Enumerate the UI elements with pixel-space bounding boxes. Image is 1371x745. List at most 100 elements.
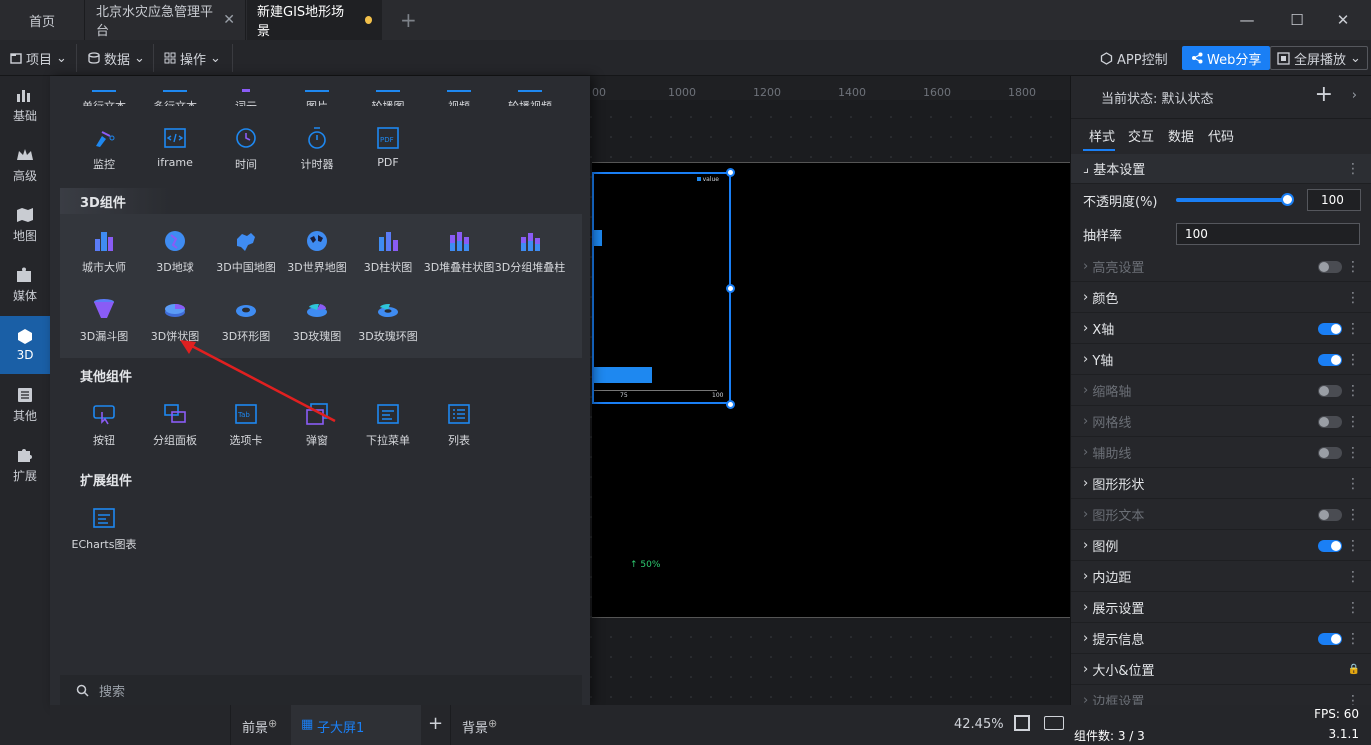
more-icon[interactable]: ⋮ bbox=[1346, 445, 1360, 461]
nav-map[interactable]: 地图 bbox=[0, 196, 50, 254]
web-share-button[interactable]: Web分享 bbox=[1182, 46, 1271, 70]
more-icon[interactable]: ⋮ bbox=[1346, 352, 1360, 368]
comp-3d-bar-chart[interactable]: 3D柱状图 bbox=[352, 229, 424, 275]
toggle-switch[interactable] bbox=[1318, 632, 1342, 645]
nav-other[interactable]: 其他 bbox=[0, 376, 50, 434]
foreground-button[interactable]: 前景⊕ bbox=[242, 717, 277, 736]
keyboard-icon[interactable] bbox=[1044, 716, 1064, 730]
resize-handle[interactable] bbox=[726, 400, 735, 409]
section-row[interactable]: › 网格线 ⋮ bbox=[1071, 407, 1371, 437]
more-icon[interactable]: ⋮ bbox=[1346, 538, 1360, 554]
resize-handle[interactable] bbox=[726, 284, 735, 293]
section-row[interactable]: › X轴 ⋮ bbox=[1071, 314, 1371, 344]
section-row[interactable]: › 展示设置 ⋮ bbox=[1071, 593, 1371, 623]
nav-basic[interactable]: 基础 bbox=[0, 76, 50, 134]
chevron-right-icon[interactable]: › bbox=[1352, 88, 1357, 103]
more-icon[interactable]: ⋮ bbox=[1346, 476, 1360, 492]
comp-3d-rose-ring[interactable]: 3D玫瑰环图 bbox=[352, 298, 424, 344]
more-icon[interactable]: ⋮ bbox=[1346, 383, 1360, 399]
basic-settings-header[interactable]: ⌟ 基本设置 ⋮ bbox=[1071, 154, 1371, 184]
section-row[interactable]: › 大小&位置 🔒 bbox=[1071, 655, 1371, 685]
opacity-input[interactable]: 100 bbox=[1307, 189, 1361, 211]
minimize-button[interactable]: — bbox=[1232, 8, 1262, 32]
zoom-level[interactable]: 42.45% bbox=[954, 717, 1004, 732]
operate-menu[interactable]: 操作 ⌄ bbox=[164, 46, 221, 70]
comp-3d-funnel[interactable]: 3D漏斗图 bbox=[68, 298, 140, 344]
resize-handle[interactable] bbox=[726, 168, 735, 177]
opacity-slider[interactable] bbox=[1176, 193, 1294, 206]
comp-timer[interactable]: 计时器 bbox=[281, 126, 353, 172]
comp-video[interactable]: 视频 bbox=[423, 76, 495, 106]
section-row[interactable]: › 内边距 ⋮ bbox=[1071, 562, 1371, 592]
add-tab-button[interactable]: + bbox=[390, 0, 417, 40]
more-icon[interactable]: ⋮ bbox=[1346, 507, 1360, 523]
section-row[interactable]: › 缩略轴 ⋮ bbox=[1071, 376, 1371, 406]
more-icon[interactable]: ⋮ bbox=[1346, 321, 1360, 337]
fullscreen-button[interactable]: 全屏播放 ⌄ bbox=[1270, 46, 1368, 70]
comp-3d-world-map[interactable]: 3D世界地图 bbox=[281, 229, 353, 275]
data-menu[interactable]: 数据 ⌄ bbox=[88, 46, 145, 70]
sampling-input[interactable]: 100 bbox=[1176, 223, 1360, 245]
nav-media[interactable]: 媒体 bbox=[0, 256, 50, 314]
fit-screen-icon[interactable] bbox=[1014, 715, 1030, 731]
comp-word-cloud[interactable]: 词云 bbox=[210, 76, 282, 106]
more-icon[interactable]: ⋮ bbox=[1346, 600, 1360, 616]
comp-carousel-video[interactable]: 轮播视频 bbox=[494, 76, 566, 106]
comp-3d-earth[interactable]: 3D地球 bbox=[139, 229, 211, 275]
close-icon[interactable]: ✕ bbox=[223, 12, 235, 28]
toggle-switch[interactable] bbox=[1318, 508, 1342, 521]
toggle-switch[interactable] bbox=[1318, 353, 1342, 366]
close-window-button[interactable]: ✕ bbox=[1328, 8, 1358, 32]
comp-pdf[interactable]: PDF PDF bbox=[352, 126, 424, 169]
comp-3d-china-map[interactable]: 3D中国地图 bbox=[210, 229, 282, 275]
tab-beijing-flood[interactable]: 北京水灾应急管理平台 ✕ bbox=[86, 0, 246, 40]
subscreen-tab[interactable]: ▦ 子大屏1 bbox=[291, 705, 421, 745]
tab-interaction[interactable]: 交互 bbox=[1128, 126, 1154, 145]
comp-iframe[interactable]: iframe bbox=[139, 126, 211, 169]
section-row[interactable]: › 提示信息 ⋮ bbox=[1071, 624, 1371, 654]
tab-home[interactable]: 首页 bbox=[0, 0, 85, 40]
section-row[interactable]: › 图形文本 ⋮ bbox=[1071, 500, 1371, 530]
comp-dropdown[interactable]: 下拉菜单 bbox=[352, 402, 424, 448]
tab-gis-scene[interactable]: 新建GIS地形场景 bbox=[247, 0, 382, 40]
component-search[interactable]: 搜索 bbox=[60, 675, 582, 705]
toggle-switch[interactable] bbox=[1318, 384, 1342, 397]
more-icon[interactable]: ⋮ bbox=[1346, 161, 1360, 177]
section-row[interactable]: › 高亮设置 ⋮ bbox=[1071, 252, 1371, 282]
comp-time[interactable]: 时间 bbox=[210, 126, 282, 172]
section-row[interactable]: › Y轴 ⋮ bbox=[1071, 345, 1371, 375]
tab-style[interactable]: 样式 bbox=[1089, 126, 1115, 145]
comp-monitor[interactable]: 监控 bbox=[68, 126, 140, 172]
comp-3d-grouped-stacked[interactable]: 3D分组堆叠柱 bbox=[494, 229, 566, 275]
add-circle-icon[interactable]: ⊕ bbox=[268, 717, 277, 730]
maximize-button[interactable]: ☐ bbox=[1282, 8, 1312, 32]
lock-icon[interactable]: 🔒 bbox=[1348, 664, 1360, 675]
background-button[interactable]: 背景⊕ bbox=[462, 717, 497, 736]
tab-data[interactable]: 数据 bbox=[1168, 126, 1194, 145]
nav-3d[interactable]: 3D bbox=[0, 316, 50, 374]
comp-multi-text[interactable]: 多行文本 bbox=[139, 76, 211, 106]
toggle-switch[interactable] bbox=[1318, 415, 1342, 428]
comp-carousel[interactable]: 轮播图 bbox=[352, 76, 424, 106]
app-control-button[interactable]: APP控制 bbox=[1100, 46, 1168, 70]
toggle-switch[interactable] bbox=[1318, 322, 1342, 335]
selected-chart-component[interactable]: value 75 100 bbox=[592, 168, 735, 409]
comp-echarts[interactable]: ECharts图表 bbox=[68, 506, 140, 552]
slider-thumb[interactable] bbox=[1281, 193, 1294, 206]
toggle-switch[interactable] bbox=[1318, 446, 1342, 459]
nav-advanced[interactable]: 高级 bbox=[0, 136, 50, 194]
more-icon[interactable]: ⋮ bbox=[1346, 414, 1360, 430]
add-screen-button[interactable]: + bbox=[428, 713, 443, 734]
nav-extension[interactable]: 扩展 bbox=[0, 436, 50, 494]
more-icon[interactable]: ⋮ bbox=[1346, 569, 1360, 585]
add-circle-icon[interactable]: ⊕ bbox=[488, 717, 497, 730]
comp-city-master[interactable]: 城市大师 bbox=[68, 229, 140, 275]
comp-list[interactable]: 列表 bbox=[423, 402, 495, 448]
more-icon[interactable]: ⋮ bbox=[1346, 259, 1360, 275]
comp-3d-stacked-bar[interactable]: 3D堆叠柱状图 bbox=[423, 229, 495, 275]
project-menu[interactable]: 项目 ⌄ bbox=[10, 46, 67, 70]
comp-single-text[interactable]: 单行文本 bbox=[68, 76, 140, 106]
toggle-switch[interactable] bbox=[1318, 539, 1342, 552]
section-row[interactable]: › 图形形状 ⋮ bbox=[1071, 469, 1371, 499]
tab-code[interactable]: 代码 bbox=[1208, 126, 1234, 145]
